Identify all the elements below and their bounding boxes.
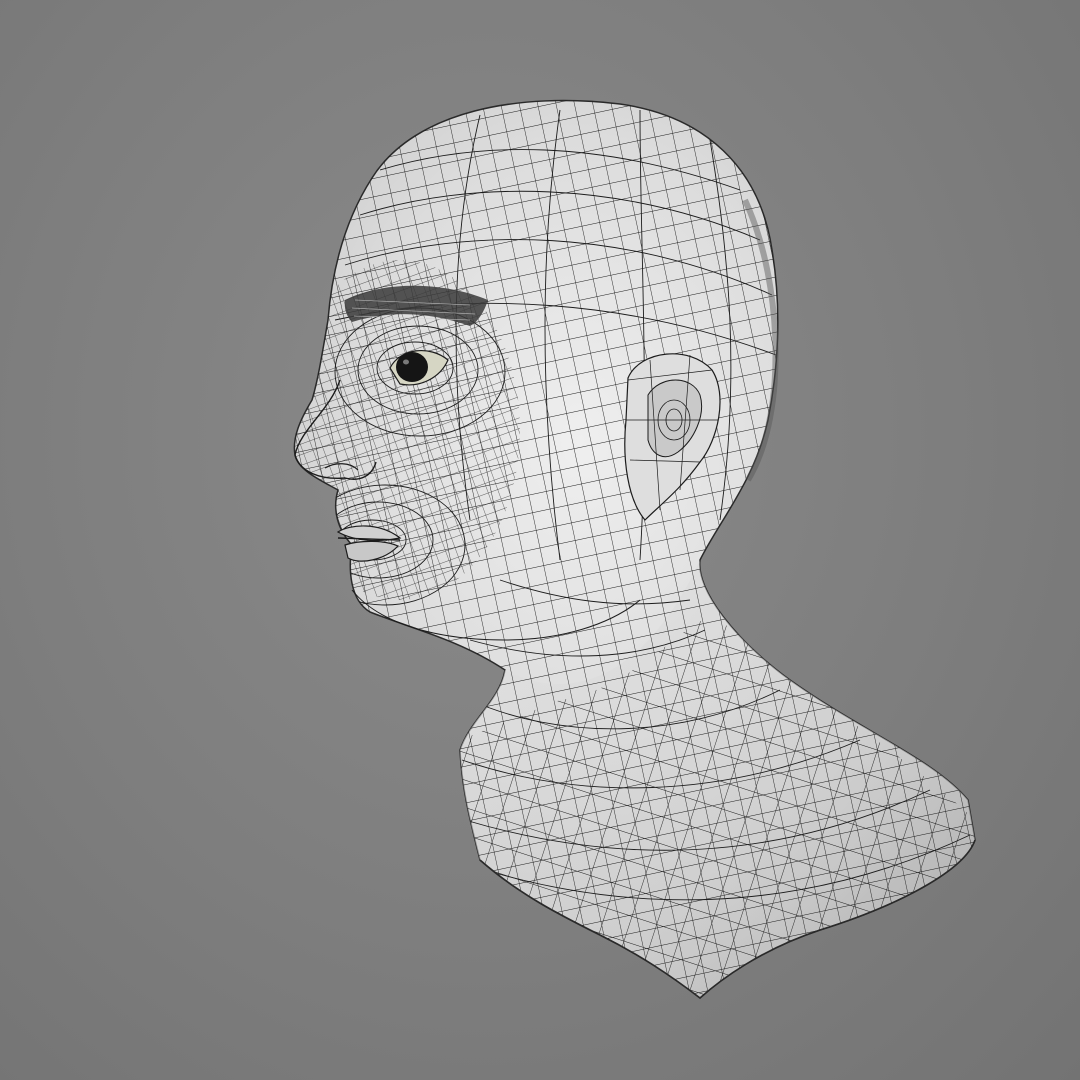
head-mesh[interactable]	[280, 90, 1000, 1010]
3d-viewport[interactable]	[0, 0, 1080, 1080]
viewport-canvas	[280, 90, 1000, 1010]
